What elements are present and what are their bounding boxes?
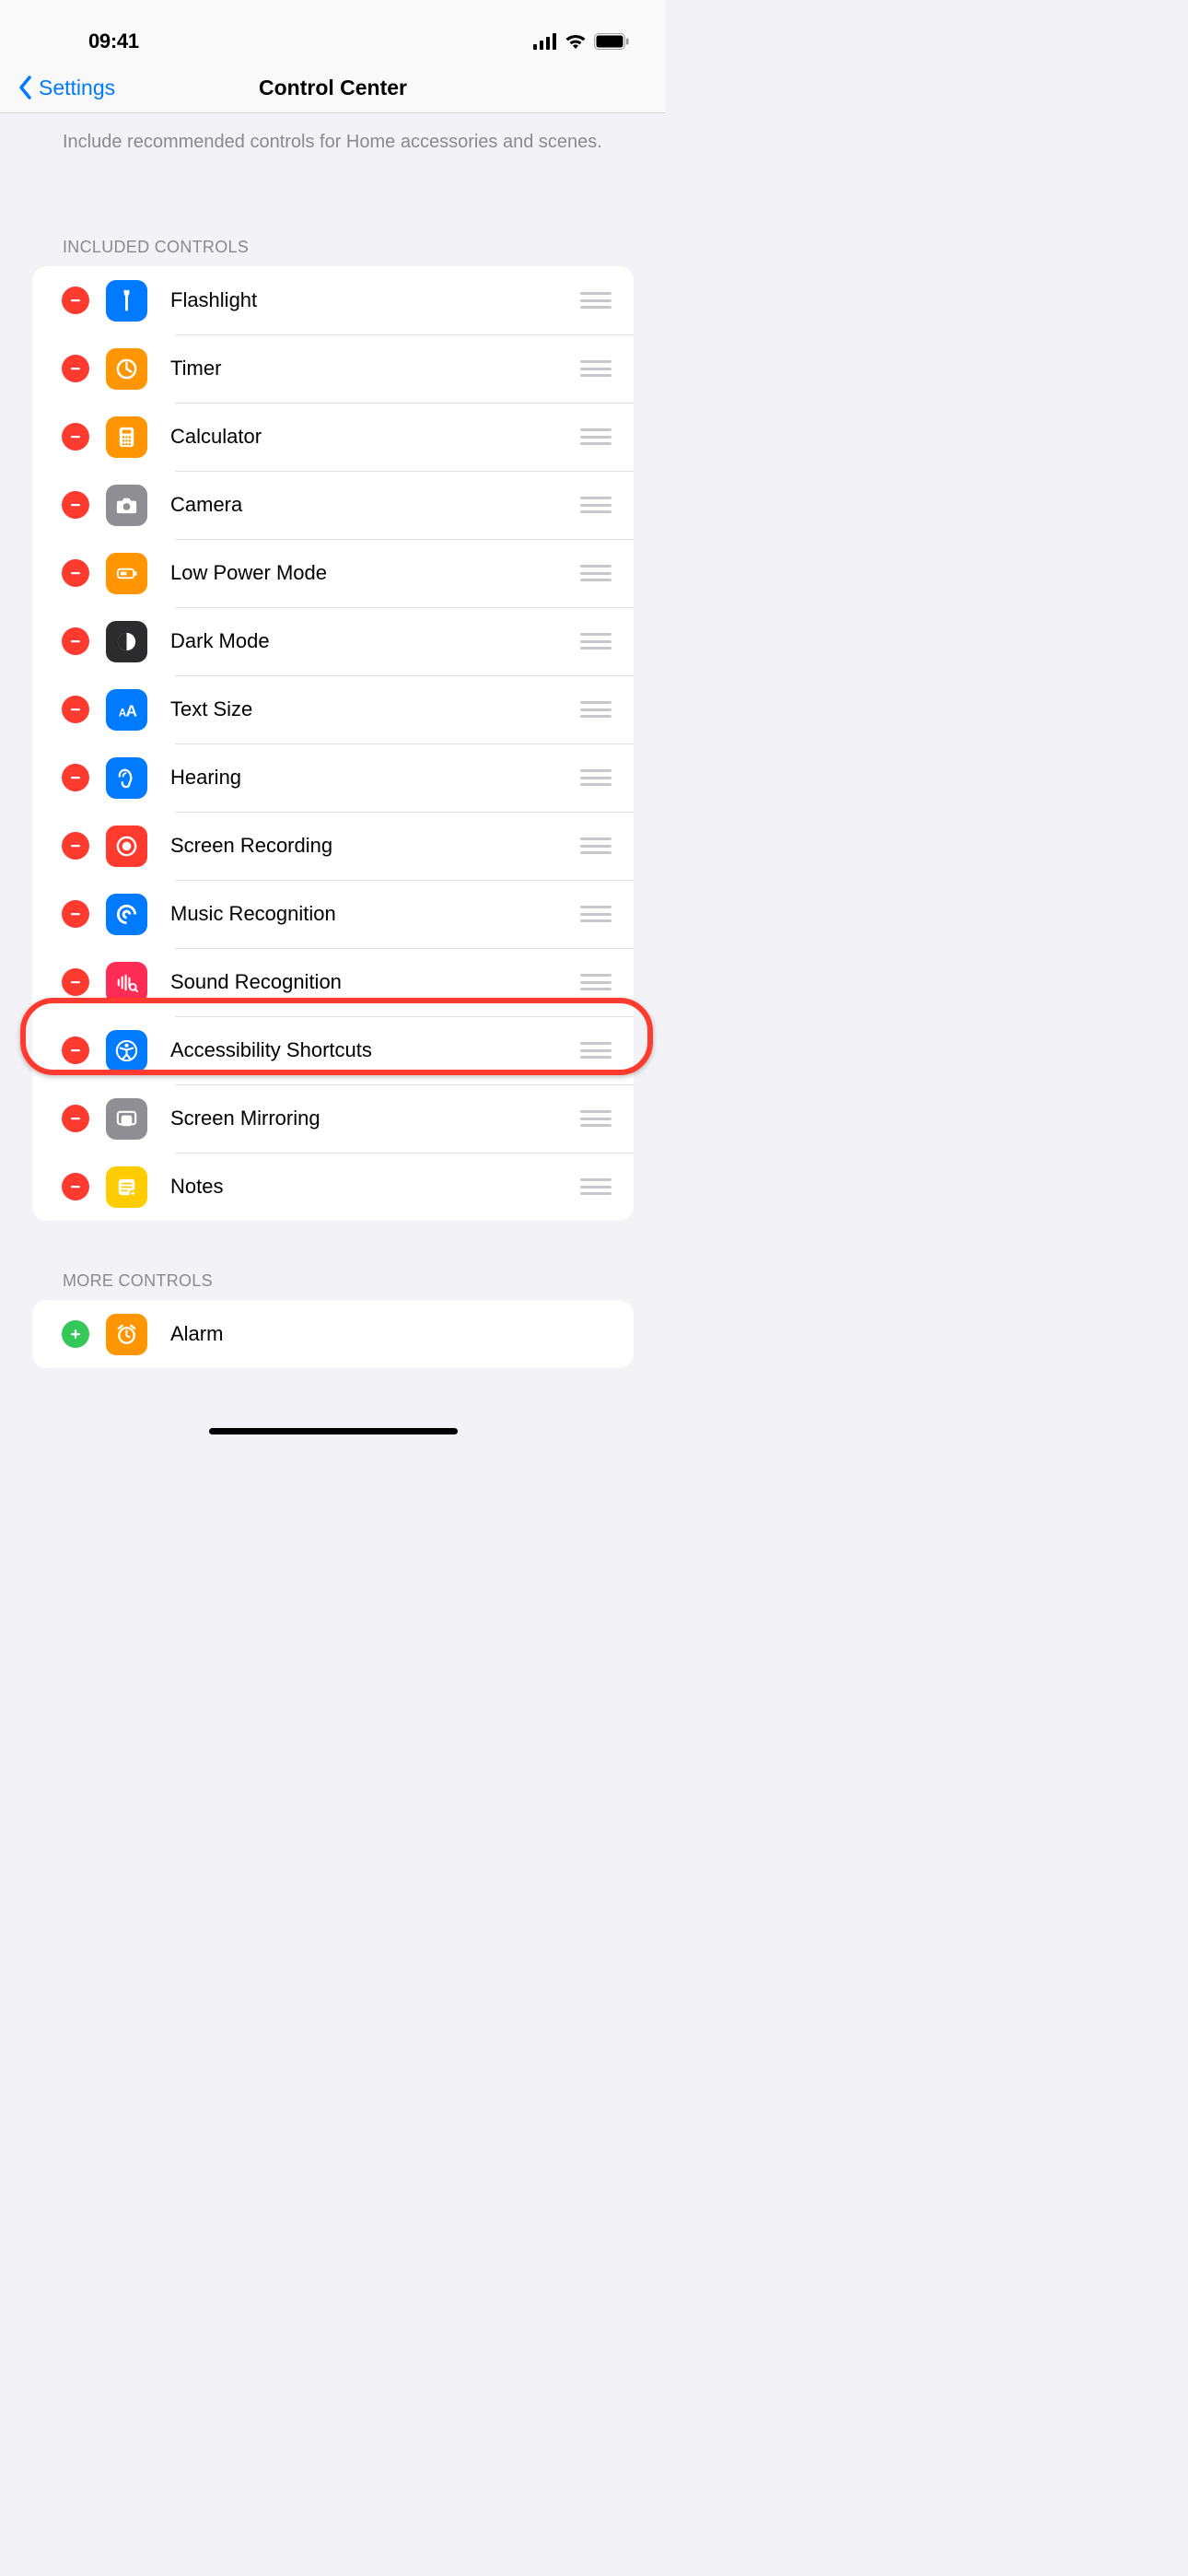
low-power-icon — [106, 553, 147, 594]
remove-button[interactable] — [62, 287, 89, 314]
section-header-more: MORE CONTROLS — [0, 1271, 666, 1300]
remove-button[interactable] — [62, 627, 89, 655]
control-row: Camera — [32, 471, 634, 539]
back-label: Settings — [39, 76, 115, 100]
sound-rec-icon — [106, 962, 147, 1003]
included-controls-group: Flashlight Timer Calculator Camera Low Power… — [32, 266, 634, 1221]
screen-record-icon — [106, 825, 147, 867]
add-button[interactable] — [62, 1320, 89, 1348]
notes-icon — [106, 1166, 147, 1208]
drag-handle[interactable] — [580, 1110, 611, 1127]
dark-mode-icon — [106, 621, 147, 662]
hearing-icon — [106, 757, 147, 799]
drag-handle[interactable] — [580, 1178, 611, 1195]
navigation-bar: Settings Control Center — [0, 63, 666, 113]
control-label: Sound Recognition — [170, 970, 580, 994]
control-label: Dark Mode — [170, 629, 580, 653]
section-header-included: INCLUDED CONTROLS — [0, 238, 666, 266]
drag-handle[interactable] — [580, 633, 611, 650]
remove-button[interactable] — [62, 1036, 89, 1064]
control-label: Hearing — [170, 766, 580, 790]
control-label: Alarm — [170, 1322, 611, 1346]
status-bar: 09:41 — [0, 0, 666, 63]
control-row: Notes — [32, 1153, 634, 1221]
remove-button[interactable] — [62, 1105, 89, 1132]
remove-button[interactable] — [62, 696, 89, 723]
status-time: 09:41 — [88, 29, 139, 53]
control-row: Alarm — [32, 1300, 634, 1368]
drag-handle[interactable] — [580, 497, 611, 513]
battery-icon — [594, 33, 629, 50]
control-row: Calculator — [32, 403, 634, 471]
remove-button[interactable] — [62, 355, 89, 382]
drag-handle[interactable] — [580, 974, 611, 990]
home-indicator — [209, 1428, 458, 1434]
control-row: Dark Mode — [32, 607, 634, 675]
control-label: Calculator — [170, 425, 580, 449]
back-button[interactable]: Settings — [18, 76, 115, 100]
remove-button[interactable] — [62, 900, 89, 928]
timer-icon — [106, 348, 147, 390]
calculator-icon — [106, 416, 147, 458]
control-label: Low Power Mode — [170, 561, 580, 585]
remove-button[interactable] — [62, 1173, 89, 1200]
wifi-icon — [565, 33, 587, 50]
control-label: Timer — [170, 357, 580, 381]
control-row: Accessibility Shortcuts — [32, 1016, 634, 1084]
control-row: Sound Recognition — [32, 948, 634, 1016]
flashlight-icon — [106, 280, 147, 322]
text-size-icon — [106, 689, 147, 731]
remove-button[interactable] — [62, 491, 89, 519]
remove-button[interactable] — [62, 832, 89, 860]
cellular-icon — [533, 33, 557, 50]
control-row: Text Size — [32, 675, 634, 744]
status-indicators — [533, 33, 629, 50]
drag-handle[interactable] — [580, 906, 611, 922]
control-row: Screen Recording — [32, 812, 634, 880]
page-title: Control Center — [259, 76, 407, 100]
control-label: Music Recognition — [170, 902, 580, 926]
remove-button[interactable] — [62, 764, 89, 791]
control-row: Low Power Mode — [32, 539, 634, 607]
drag-handle[interactable] — [580, 769, 611, 786]
chevron-left-icon — [18, 76, 33, 100]
control-row: Music Recognition — [32, 880, 634, 948]
control-label: Screen Recording — [170, 834, 580, 858]
control-label: Screen Mirroring — [170, 1107, 580, 1130]
drag-handle[interactable] — [580, 565, 611, 581]
drag-handle[interactable] — [580, 837, 611, 854]
mirroring-icon — [106, 1098, 147, 1140]
control-label: Text Size — [170, 697, 580, 721]
remove-button[interactable] — [62, 968, 89, 996]
remove-button[interactable] — [62, 559, 89, 587]
alarm-icon — [106, 1314, 147, 1355]
content-area: Include recommended controls for Home ac… — [0, 113, 666, 1368]
drag-handle[interactable] — [580, 1042, 611, 1059]
drag-handle[interactable] — [580, 360, 611, 377]
control-label: Notes — [170, 1175, 580, 1199]
camera-icon — [106, 485, 147, 526]
accessibility-icon — [106, 1030, 147, 1071]
control-label: Camera — [170, 493, 580, 517]
drag-handle[interactable] — [580, 701, 611, 718]
music-rec-icon — [106, 894, 147, 935]
control-row: Hearing — [32, 744, 634, 812]
more-controls-group: Alarm — [32, 1300, 634, 1368]
control-row: Screen Mirroring — [32, 1084, 634, 1153]
drag-handle[interactable] — [580, 292, 611, 309]
helper-text: Include recommended controls for Home ac… — [0, 113, 666, 155]
control-row: Timer — [32, 334, 634, 403]
drag-handle[interactable] — [580, 428, 611, 445]
control-row: Flashlight — [32, 266, 634, 334]
control-label: Flashlight — [170, 288, 580, 312]
control-label: Accessibility Shortcuts — [170, 1038, 580, 1062]
remove-button[interactable] — [62, 423, 89, 451]
